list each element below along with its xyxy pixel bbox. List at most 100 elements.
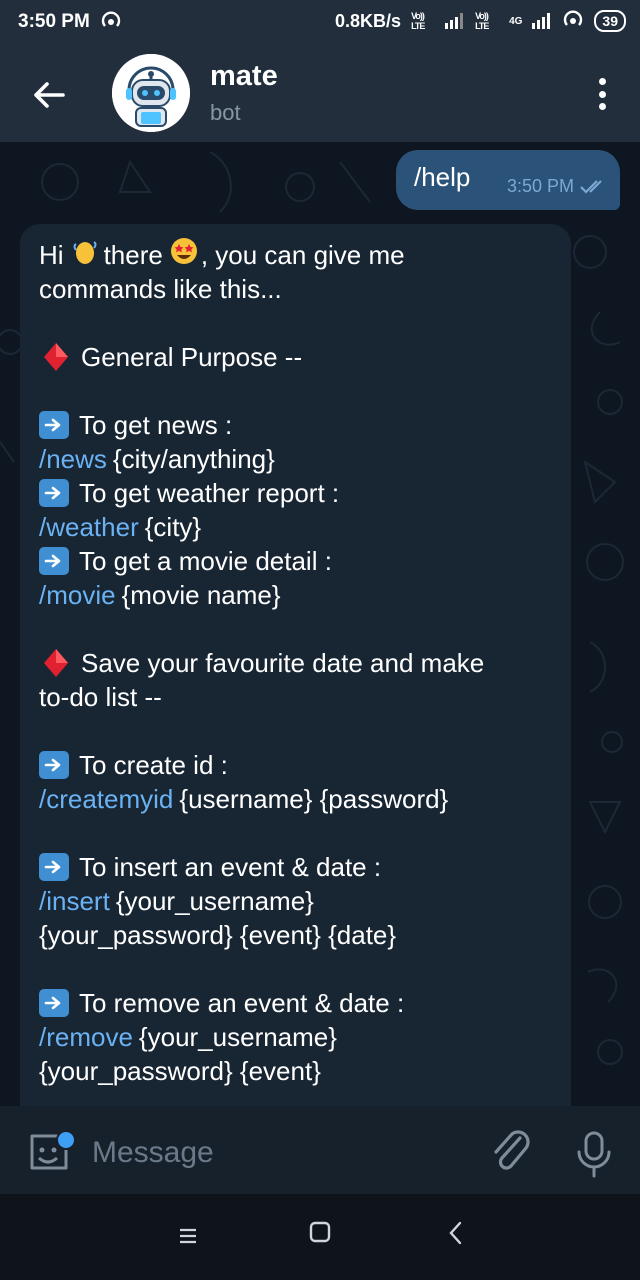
new-stickers-badge [56, 1130, 76, 1150]
command-description: To get weather report : [79, 478, 340, 508]
section-heading: General Purpose -- [81, 342, 303, 372]
system-back-button[interactable] [444, 1218, 468, 1248]
command-args: {your_username} [115, 886, 314, 916]
message-line: To remove an event & date : [39, 986, 557, 1020]
message-text: commands like this... [39, 274, 282, 304]
message-line: commands like this... [39, 272, 557, 306]
double-check-icon [580, 179, 602, 194]
outgoing-message[interactable]: /help 3:50 PM [396, 150, 620, 210]
battery-level: 39 [594, 10, 626, 32]
attach-button[interactable] [490, 1128, 534, 1176]
bot-command-link[interactable]: /insert [39, 884, 110, 918]
hotspot-icon [101, 11, 120, 27]
message-line: /remove {your_username} [39, 1020, 557, 1054]
sim1-label: Vo)) LTE [411, 11, 425, 31]
message-composer [0, 1106, 640, 1194]
command-description: To insert an event & date : [79, 852, 382, 882]
back-button[interactable] [26, 72, 72, 118]
sim2-label: Vo)) LTE [475, 11, 489, 31]
command-description: To get a movie detail : [79, 546, 332, 576]
greeting-text: , you can give me [200, 240, 405, 270]
recent-apps-button[interactable] [174, 1222, 202, 1250]
hotspot-icon [564, 10, 583, 26]
right-arrow-icon [39, 411, 69, 439]
command-description: To create id : [79, 750, 228, 780]
message-line: To create id : [39, 748, 557, 782]
right-arrow-icon [39, 989, 69, 1017]
star-struck-face-icon [169, 236, 199, 274]
more-options-button[interactable] [590, 74, 614, 114]
home-button[interactable] [308, 1220, 332, 1244]
command-args: {city/anything} [112, 444, 275, 474]
avatar[interactable] [112, 54, 190, 132]
bot-command-link[interactable]: /createmyid [39, 782, 173, 816]
system-navigation-bar [0, 1194, 640, 1280]
message-text: {your_password} {event} {date} [39, 920, 397, 950]
chat-title: mate [210, 60, 278, 92]
message-line: To insert an event & date : [39, 850, 557, 884]
incoming-message-text: Hi there , you can give me commands like th… [39, 238, 557, 1088]
outgoing-message-text: /help [414, 162, 471, 192]
message-line: /weather {city} [39, 510, 557, 544]
message-line: /movie {movie name} [39, 578, 557, 612]
message-line: General Purpose -- [39, 340, 557, 374]
bot-command-link[interactable]: /remove [39, 1020, 133, 1054]
chevron-left-icon [449, 1221, 462, 1245]
signal-icon [445, 13, 464, 29]
bot-command-link[interactable]: /movie [39, 578, 116, 612]
message-line: /createmyid {username} {password} [39, 782, 557, 816]
message-time: 3:50 PM [506, 176, 574, 196]
right-arrow-icon [39, 853, 69, 881]
status-indicators: 0.8KB/s Vo)) LTE Vo)) LTE 4G 39 [335, 10, 626, 32]
message-line: /news {city/anything} [39, 442, 557, 476]
message-line: {your_password} {event} [39, 1054, 557, 1088]
square-icon [309, 1221, 331, 1243]
greeting-text: there [103, 240, 163, 270]
microphone-icon [577, 1131, 611, 1178]
bot-command-link[interactable]: /weather [39, 510, 139, 544]
command-args: {movie name} [121, 580, 281, 610]
message-line: To get news : [39, 408, 557, 442]
more-vertical-icon-dot [598, 103, 606, 110]
more-vertical-icon [598, 78, 606, 85]
message-line: Save your favourite date and make [39, 646, 557, 680]
incoming-message[interactable]: Hi there , you can give me commands like th… [20, 224, 571, 1106]
robot-avatar-icon [112, 54, 190, 132]
message-input[interactable] [90, 1132, 474, 1174]
greeting-text: Hi [39, 240, 64, 270]
arrow-left-icon [34, 82, 65, 108]
message-line: {your_password} {event} {date} [39, 918, 557, 952]
message-line: to-do list -- [39, 680, 557, 714]
signal-icon [532, 13, 551, 29]
waving-hand-icon [70, 236, 100, 274]
command-args: {your_username} [138, 1022, 337, 1052]
message-line: To get weather report : [39, 476, 557, 510]
message-meta: 3:50 PM [507, 176, 606, 197]
message-text: to-do list -- [39, 682, 162, 712]
command-args: {city} [144, 512, 202, 542]
command-description: To remove an event & date : [79, 988, 405, 1018]
menu-icon [180, 1228, 196, 1244]
command-description: To get news : [79, 410, 233, 440]
right-arrow-icon [39, 479, 69, 507]
red-diamond-icon [43, 342, 69, 372]
bot-command-link[interactable]: /news [39, 442, 107, 476]
message-line: /insert {your_username} [39, 884, 557, 918]
status-time: 3:50 PM [18, 11, 90, 32]
chat-subtitle: bot [210, 100, 241, 125]
more-vertical-icon-dot [598, 90, 606, 98]
command-args: {username} {password} [179, 784, 449, 814]
chat-area[interactable]: /help 3:50 PM Hi there , you can give me co… [0, 142, 640, 1106]
message-line: Hi there , you can give me [39, 238, 557, 272]
chat-header: mate bot [0, 44, 640, 142]
message-text: {your_password} {event} [39, 1056, 321, 1086]
voice-message-button[interactable] [574, 1130, 614, 1178]
right-arrow-icon [39, 547, 69, 575]
network-speed: 0.8KB/s [335, 10, 402, 31]
